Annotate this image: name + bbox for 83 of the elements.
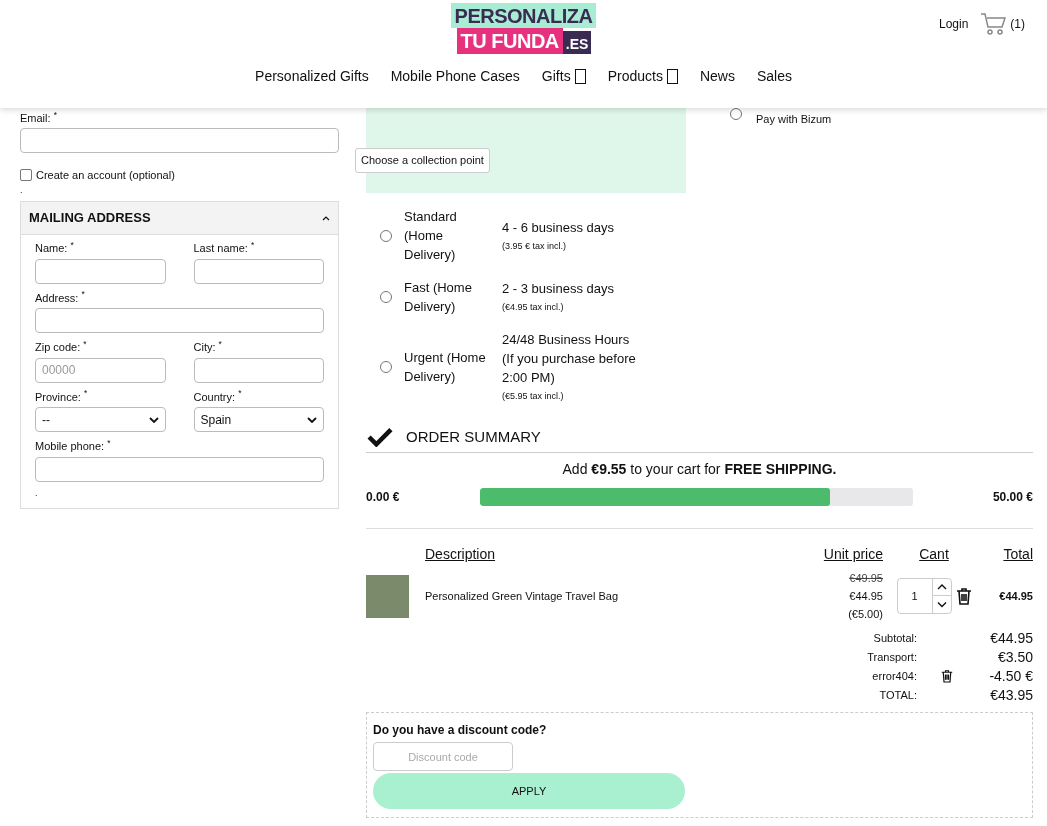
- total-value: €44.95: [989, 628, 1033, 648]
- free-shipping-message: Add €9.55 to your cart for FREE SHIPPING.: [561, 460, 838, 479]
- product-name: Personalized Green Vintage Travel Bag: [425, 588, 620, 604]
- line-total: €44.95: [999, 588, 1033, 604]
- radio-button[interactable]: [380, 229, 392, 242]
- nav-link[interactable]: Gifts: [541, 66, 586, 87]
- shipping-method: Fast (Home Delivery): [404, 279, 473, 316]
- nav-link[interactable]: Products: [607, 66, 678, 87]
- total-value: €43.95: [989, 685, 1033, 705]
- progress-max: 50.00 €: [992, 489, 1033, 506]
- footnote-dot: .: [35, 487, 39, 498]
- column-header[interactable]: Total: [1003, 544, 1033, 565]
- total-label: Transport:: [866, 649, 917, 665]
- login-link[interactable]: Login: [938, 15, 969, 33]
- select-field[interactable]: Spain: [193, 407, 324, 432]
- input-field[interactable]: 00000: [35, 357, 166, 383]
- square-icon: [574, 69, 586, 84]
- chevron-down-icon: [307, 416, 317, 423]
- apply-button[interactable]: APPLY: [373, 773, 685, 809]
- field-label: Name: $^{*}$: [35, 240, 75, 256]
- select-field[interactable]: --: [35, 407, 166, 432]
- field-label: Zip code: $^{*}$: [35, 339, 88, 355]
- checkmark-icon: [366, 426, 394, 447]
- radio-button[interactable]: [380, 360, 392, 373]
- footnote-dot: .: [20, 185, 24, 195]
- field-label: Country: $^{*}$: [193, 388, 243, 405]
- total-label: TOTAL:: [878, 687, 917, 703]
- chevron-up-icon: [322, 215, 330, 221]
- quantity-stepper[interactable]: 1: [896, 578, 952, 614]
- field-label: City: $^{*}$: [193, 339, 223, 355]
- column-header[interactable]: Unit price: [823, 544, 883, 565]
- field-label: Address: $^{*}$: [35, 289, 86, 306]
- delivery-time: 2 - 3 business days: [502, 280, 615, 299]
- total-label: error404:: [871, 668, 917, 684]
- input-field[interactable]: [35, 456, 324, 482]
- total-label: Subtotal:: [872, 630, 917, 646]
- cart-icon[interactable]: [980, 12, 1007, 36]
- checkbox[interactable]: [20, 168, 32, 181]
- shipping-method: Urgent (Home Delivery): [404, 348, 487, 386]
- discount-amount: (€5.00): [848, 607, 883, 622]
- column-header[interactable]: Cant: [907, 544, 949, 565]
- input-field[interactable]: [35, 308, 324, 333]
- shipping-price: (€5.95 tax incl.): [502, 390, 565, 403]
- photo-placeholder: [366, 574, 409, 618]
- field-label: Email: $^{*}$: [20, 110, 58, 126]
- section-title: ORDER SUMMARY: [406, 426, 541, 447]
- checkbox-label: Create an account (optional): [36, 167, 175, 183]
- column-header[interactable]: Description: [425, 544, 496, 565]
- input-field[interactable]: [35, 258, 166, 284]
- total-value: -4.50 €: [988, 666, 1033, 686]
- cart-count: (1): [1010, 16, 1025, 33]
- nav-link[interactable]: Sales: [756, 66, 792, 87]
- radio-button[interactable]: [730, 108, 742, 120]
- total-value: €3.50: [996, 647, 1033, 667]
- collection-point-button[interactable]: Choose a collection point: [355, 148, 490, 173]
- unit-price: €44.95: [849, 589, 883, 604]
- delivery-time: 24/48 Business Hours (If you purchase before 2:00 PM): [502, 331, 637, 387]
- trash-icon[interactable]: [955, 587, 972, 605]
- shipping-price: (€4.95 tax incl.): [502, 301, 565, 315]
- shipping-method: Standard (Home Delivery): [404, 208, 458, 264]
- payment-option: Pay with Bizum: [756, 111, 832, 128]
- field-label: Mobile phone: $^{*}$: [35, 438, 112, 454]
- progress-min: 0.00 €: [366, 489, 400, 506]
- discount-code-field[interactable]: Discount code: [373, 742, 513, 771]
- field-label: Last name: $^{*}$: [193, 240, 256, 256]
- nav-link[interactable]: Mobile Phone Cases: [390, 66, 520, 87]
- panel-header[interactable]: MAILING ADDRESS: [21, 202, 338, 235]
- nav-link[interactable]: News: [699, 66, 735, 87]
- shipping-price: (3.95 € tax incl.): [502, 239, 568, 253]
- field-label: Province: $^{*}$: [35, 388, 89, 405]
- input-field[interactable]: [193, 258, 324, 284]
- nav-link[interactable]: Personalized Gifts: [255, 66, 369, 87]
- chevron-down-icon: [148, 416, 159, 423]
- original-price: €49.95: [849, 571, 883, 586]
- email-field[interactable]: [20, 127, 339, 153]
- input-field[interactable]: [193, 357, 324, 383]
- delivery-time: 4 - 6 business days: [502, 218, 615, 237]
- square-icon: [666, 69, 678, 84]
- discount-question: Do you have a discount code?: [373, 722, 548, 739]
- logo[interactable]: PERSONALIZA TU FUNDA .ES: [450, 3, 597, 54]
- trash-icon[interactable]: [941, 669, 953, 683]
- radio-button[interactable]: [380, 291, 392, 303]
- panel-title: MAILING ADDRESS: [29, 209, 151, 228]
